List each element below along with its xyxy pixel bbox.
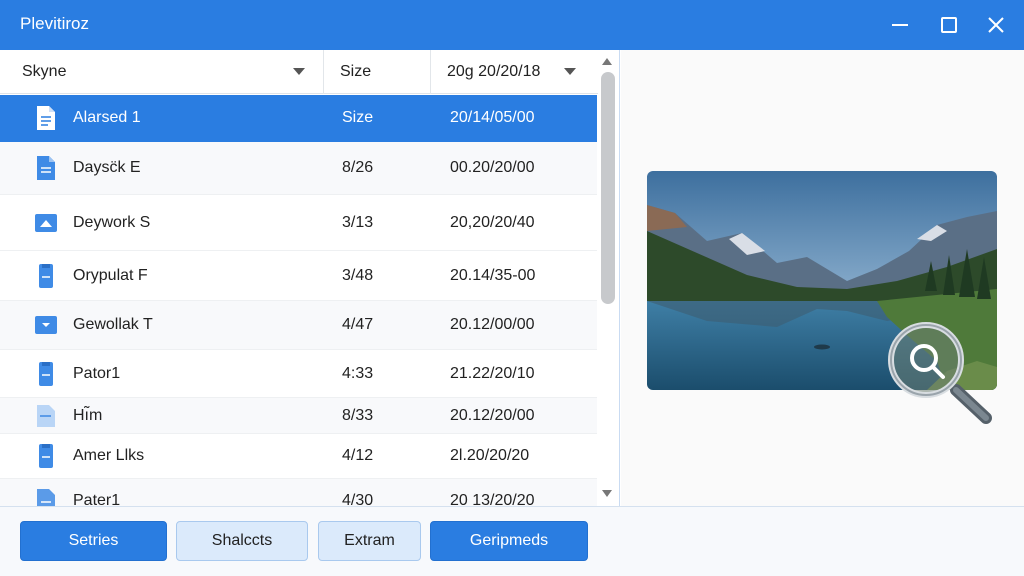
table-row[interactable]: Pater1 4/30 20 13/20/20 (0, 479, 597, 506)
maximize-button[interactable] (933, 10, 965, 40)
row-date: 20.12/20/00 (450, 406, 535, 424)
table-row[interactable]: Pator1 4:33 21.22/20/10 (0, 350, 597, 398)
list-header: Skyne Size 20g 20/20/18 (0, 50, 598, 94)
row-size: 8/33 (342, 406, 374, 424)
window-title: Plevitiroz (20, 14, 89, 33)
minimize-icon (892, 24, 908, 26)
column-header-name-label: Skyne (22, 63, 67, 80)
document-icon (34, 398, 58, 433)
file-list-pane: Skyne Size 20g 20/20/18 Alarsed 1 Size 2… (0, 50, 620, 506)
row-date: 20,20/20/40 (450, 213, 535, 231)
close-button[interactable] (980, 10, 1012, 40)
vertical-scrollbar[interactable] (598, 50, 618, 506)
zoom-icon[interactable] (886, 320, 996, 430)
row-date: 21.22/20/10 (450, 364, 535, 382)
column-header-size[interactable]: Size (325, 50, 431, 94)
row-name: Gewollak T (73, 316, 153, 333)
chevron-down-icon[interactable] (293, 68, 305, 75)
row-name: Pator1 (73, 364, 121, 382)
row-date: 20/14/05/00 (450, 109, 535, 126)
document-icon (34, 95, 58, 141)
setries-button[interactable]: Setries (20, 521, 167, 561)
row-size: 3/48 (342, 266, 374, 284)
shalccts-button[interactable]: Shalccts (176, 521, 308, 561)
table-row[interactable]: Gewollak T 4/47 20.12/00/00 (0, 301, 597, 350)
row-size: Size (342, 109, 374, 126)
row-name: Orypulat F (73, 266, 148, 284)
table-row[interactable]: Alarsed 1 Size 20/14/05/00 (0, 95, 597, 142)
document-icon (34, 142, 58, 194)
row-date: 20.12/00/00 (450, 316, 535, 333)
column-header-name[interactable]: Skyne (0, 50, 324, 94)
row-name: Alarsed 1 (73, 109, 141, 126)
column-header-date[interactable]: 20g 20/20/18 (432, 50, 598, 94)
row-date: 00.20/20/00 (450, 159, 535, 176)
row-date: 2l.20/20/20 (450, 447, 530, 464)
column-header-date-label: 20g 20/20/18 (447, 63, 541, 80)
image-icon (34, 195, 58, 250)
scroll-up-icon[interactable] (602, 58, 612, 65)
download-icon (34, 301, 58, 349)
row-size: 4/12 (342, 447, 374, 464)
row-size: 4/47 (342, 316, 374, 333)
row-size: 3/13 (342, 213, 374, 231)
geripmeds-button[interactable]: Geripmeds (430, 521, 588, 561)
row-name: Deywork S (73, 213, 151, 231)
column-header-size-label: Size (340, 63, 372, 80)
table-row[interactable]: Deywork S 3/13 20,20/20/40 (0, 195, 597, 251)
row-size: 8/26 (342, 159, 374, 176)
row-date: 20 13/20/20 (450, 491, 535, 507)
table-row[interactable]: Daysc̈k E 8/26 00.20/20/00 (0, 142, 597, 195)
row-date: 20.14/35-00 (450, 266, 536, 284)
chevron-down-icon[interactable] (564, 68, 576, 75)
maximize-icon (941, 17, 957, 33)
close-icon (988, 17, 1004, 33)
document-icon (34, 434, 58, 478)
document-icon (34, 251, 58, 300)
row-name: Pater1 (73, 491, 121, 507)
table-row[interactable]: Amer Llks 4/12 2l.20/20/20 (0, 434, 597, 479)
row-name: Hı̃m (73, 406, 103, 424)
row-size: 4:33 (342, 364, 374, 382)
table-row[interactable]: Orypulat F 3/48 20.14/35-00 (0, 251, 597, 301)
footer-toolbar: Setries Shalccts Extram Geripmeds (0, 506, 1024, 576)
row-size: 4/30 (342, 491, 374, 507)
row-name: Daysc̈k E (73, 159, 141, 176)
extram-button[interactable]: Extram (318, 521, 421, 561)
document-icon (34, 350, 58, 397)
minimize-button[interactable] (884, 10, 916, 40)
preview-pane (621, 50, 1024, 506)
scroll-down-icon[interactable] (602, 490, 612, 497)
table-row[interactable]: Hı̃m 8/33 20.12/20/00 (0, 398, 597, 434)
title-bar: Plevitiroz (0, 0, 1024, 50)
document-icon (34, 479, 58, 506)
scrollbar-thumb[interactable] (601, 72, 615, 304)
row-name: Amer Llks (73, 447, 145, 464)
